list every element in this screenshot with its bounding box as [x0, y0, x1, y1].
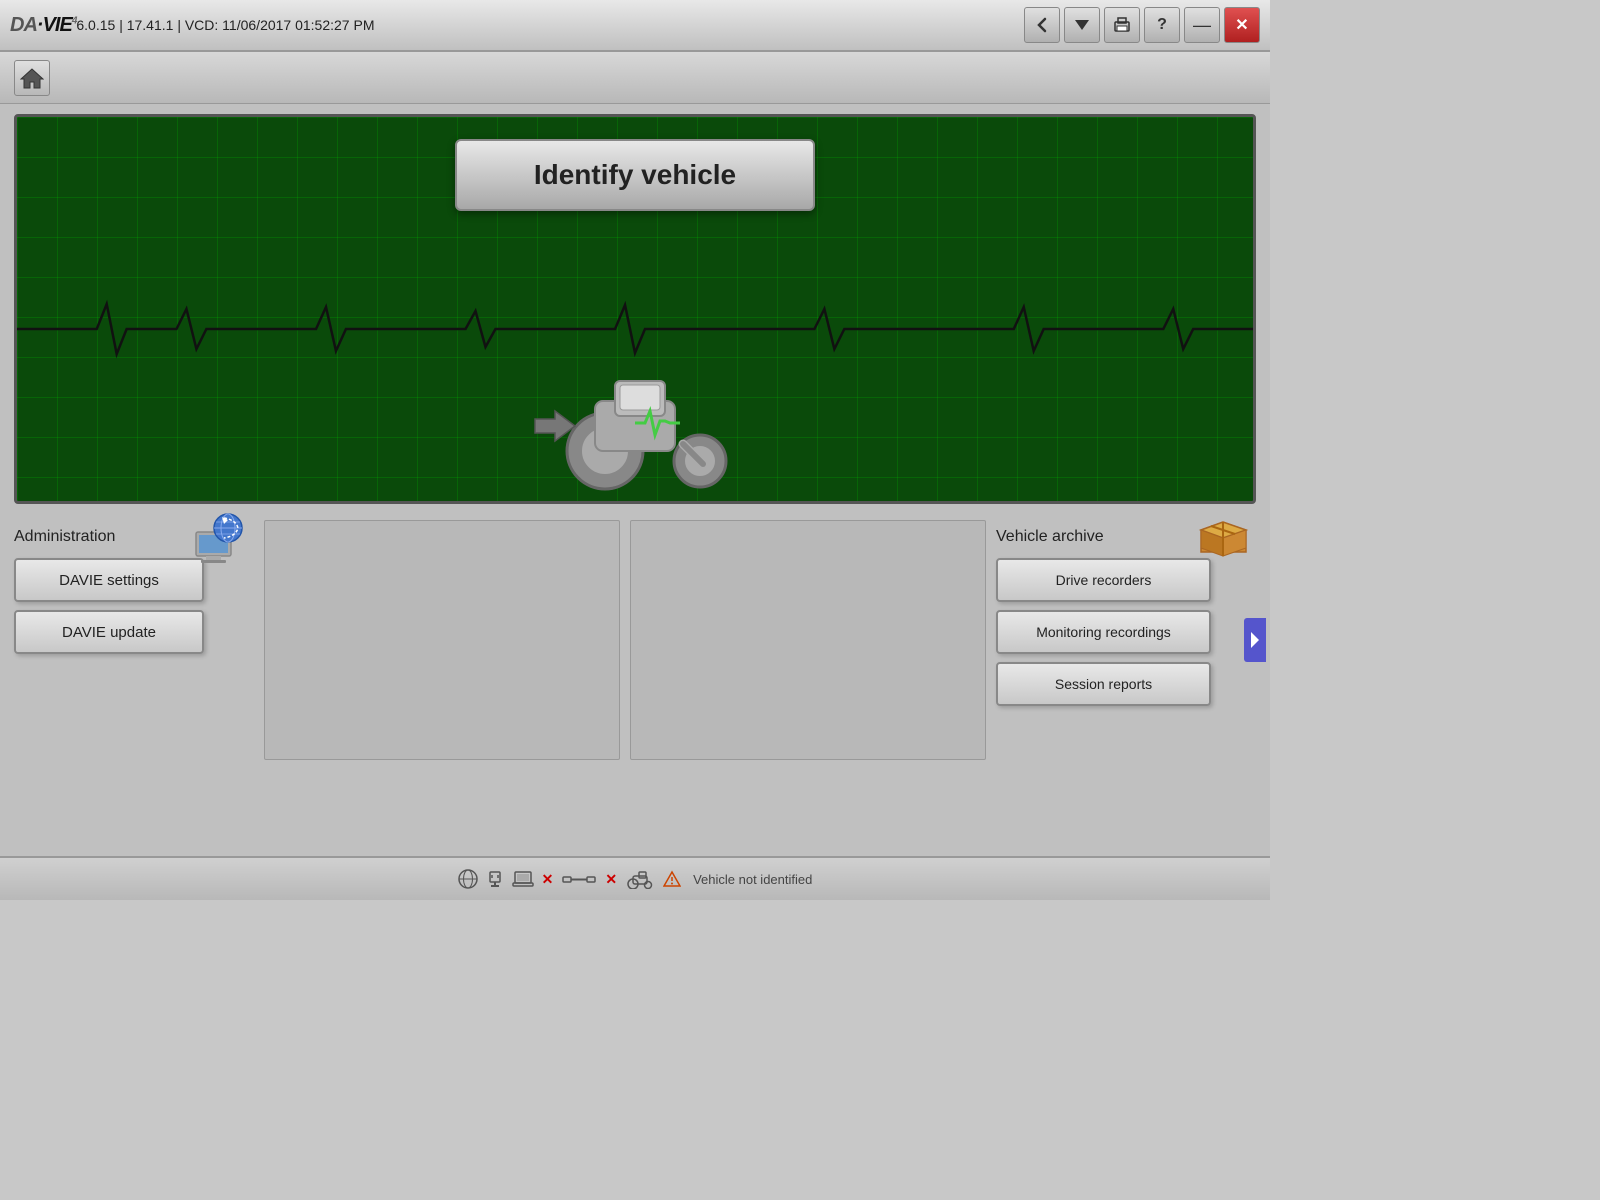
dropdown-button[interactable]: [1064, 7, 1100, 43]
drive-recorders-button[interactable]: Drive recorders: [996, 558, 1211, 602]
title-bar: DA·VIE4 6.0.15 | 17.41.1 | VCD: 11/06/20…: [0, 0, 1270, 52]
version-info: 6.0.15 | 17.41.1 | VCD: 11/06/2017 01:52…: [76, 17, 1024, 33]
archive-panel: Vehicle archive Drive recorders Monitori…: [996, 520, 1256, 760]
tractor-status-icon: [625, 869, 655, 889]
status-bar: ✕ ✕ Vehicle not identified: [0, 856, 1270, 900]
back-button[interactable]: [1024, 7, 1060, 43]
app-logo: DA·VIE4: [10, 14, 76, 37]
home-button[interactable]: [14, 60, 50, 96]
vehicle-icon: [505, 311, 765, 491]
status-text: Vehicle not identified: [693, 872, 812, 887]
main-content: Identify vehicle: [0, 104, 1270, 856]
help-button[interactable]: ?: [1144, 7, 1180, 43]
warning-status-icon: [663, 870, 681, 888]
archive-icon: [1196, 512, 1251, 557]
cable-status-icon: [561, 870, 597, 888]
empty-panel-1: [264, 520, 620, 760]
hero-banner: Identify vehicle: [14, 114, 1256, 504]
monitoring-recordings-button[interactable]: Monitoring recordings: [996, 610, 1211, 654]
x-mark-2: ✕: [605, 871, 617, 888]
laptop-status-icon: [512, 870, 534, 888]
bottom-section: Administration DAVIE settings DAVIE upda…: [14, 520, 1256, 760]
identify-vehicle-button[interactable]: Identify vehicle: [455, 139, 815, 211]
admin-panel: Administration DAVIE settings DAVIE upda…: [14, 520, 254, 760]
scroll-right-arrow[interactable]: [1244, 618, 1266, 662]
davie-update-button[interactable]: DAVIE update: [14, 610, 204, 654]
globe-status-icon: [458, 869, 478, 889]
session-reports-button[interactable]: Session reports: [996, 662, 1211, 706]
empty-panel-2: [630, 520, 986, 760]
close-button[interactable]: ✕: [1224, 7, 1260, 43]
print-button[interactable]: [1104, 7, 1140, 43]
x-mark-1: ✕: [542, 871, 554, 888]
network-status-icon: [486, 870, 504, 888]
minimize-button[interactable]: —: [1184, 7, 1220, 43]
admin-icon: [186, 512, 246, 567]
title-buttons: ? — ✕: [1024, 7, 1260, 43]
davie-settings-button[interactable]: DAVIE settings: [14, 558, 204, 602]
nav-bar: [0, 52, 1270, 104]
